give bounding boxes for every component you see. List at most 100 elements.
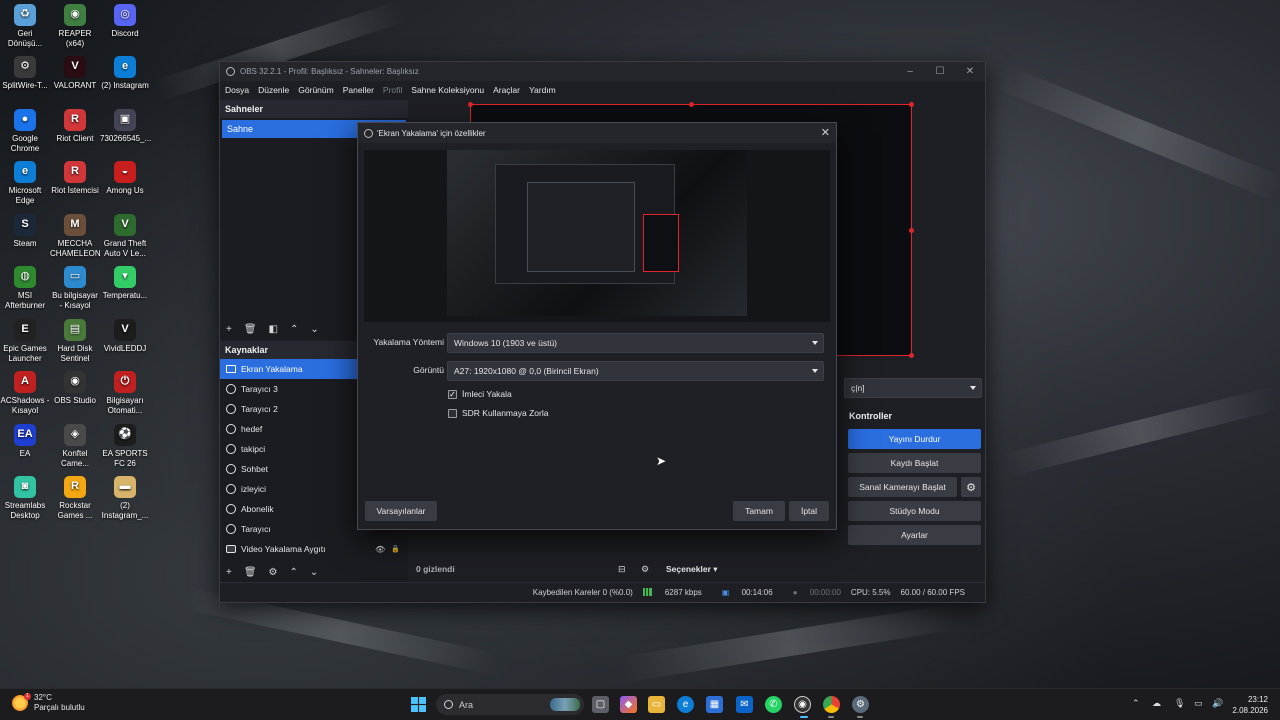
desktop-icon[interactable]: ◒ Among Us bbox=[100, 161, 150, 196]
desktop-icon[interactable]: R Rockstar Games ... bbox=[50, 476, 100, 520]
resize-handle[interactable] bbox=[689, 102, 694, 107]
ok-button[interactable]: Tamam bbox=[733, 501, 785, 521]
tray-chevron-icon[interactable]: ⌃ bbox=[1132, 698, 1140, 709]
desktop-icon[interactable]: R Riot İstemcisi bbox=[50, 161, 100, 196]
chevron-down-icon[interactable]: ⌄ bbox=[310, 567, 318, 578]
app-icon: ♻ bbox=[14, 4, 36, 26]
add-icon[interactable]: + bbox=[226, 324, 232, 335]
capture-method-select[interactable]: Windows 10 (1903 ve üstü) bbox=[447, 333, 824, 353]
copilot-icon[interactable]: ◆ bbox=[620, 696, 637, 713]
taskbar-clock[interactable]: 23:12 2.08.2026 bbox=[1232, 694, 1268, 716]
filter-icon[interactable]: ◧ bbox=[269, 324, 278, 335]
signal-icon bbox=[642, 588, 652, 596]
desktop-icon[interactable]: ● Google Chrome bbox=[0, 109, 50, 153]
desktop-icon[interactable]: e (2) Instagram bbox=[100, 56, 150, 91]
steam-icon[interactable]: ⚙ bbox=[852, 696, 869, 713]
taskbar-search[interactable]: Ara bbox=[436, 694, 584, 715]
store-icon[interactable]: ▦ bbox=[706, 696, 723, 713]
stop-stream-button[interactable]: Yayını Durdur bbox=[848, 429, 981, 449]
chevron-down-icon[interactable]: ⌄ bbox=[310, 324, 318, 335]
desktop-icon[interactable]: V VALORANT bbox=[50, 56, 100, 91]
windows-start-icon[interactable] bbox=[410, 696, 427, 713]
desktop-icon[interactable]: ◙ Streamlabs Desktop bbox=[0, 476, 50, 520]
menu-docks[interactable]: Paneller bbox=[343, 85, 374, 95]
menu-tools[interactable]: Araçlar bbox=[493, 85, 520, 95]
virtual-camera-button[interactable]: Sanal Kamerayı Başlat bbox=[848, 477, 957, 497]
resize-handle[interactable] bbox=[909, 353, 914, 358]
desktop-icon[interactable]: ◈ Konftel Came... bbox=[50, 424, 100, 468]
file-explorer-icon[interactable]: ▭ bbox=[648, 696, 665, 713]
display-select[interactable]: A27: 1920x1080 @ 0,0 (Birincil Ekran) bbox=[447, 361, 824, 381]
source-item[interactable]: Video Yakalama Aygıtı 👁 🔒 bbox=[220, 539, 408, 559]
cancel-button[interactable]: İptal bbox=[789, 501, 829, 521]
whatsapp-icon[interactable]: ✆ bbox=[765, 696, 782, 713]
menu-help[interactable]: Yardım bbox=[529, 85, 556, 95]
desktop-icon[interactable]: R Riot Client bbox=[50, 109, 100, 144]
menu-profile[interactable]: Profil bbox=[383, 85, 402, 95]
studio-mode-button[interactable]: Stüdyo Modu bbox=[848, 501, 981, 521]
desktop-icon[interactable]: V Grand Theft Auto V Le... bbox=[100, 214, 150, 258]
task-view-icon[interactable]: ▢ bbox=[592, 696, 609, 713]
gear-icon[interactable]: ⚙ bbox=[961, 477, 981, 497]
close-icon[interactable]: ✕ bbox=[955, 62, 985, 81]
maximize-icon[interactable]: ☐ bbox=[925, 62, 955, 81]
force-sdr-checkbox[interactable]: SDR Kullanmaya Zorla bbox=[448, 408, 548, 418]
obs-titlebar[interactable]: OBS 32.2.1 - Profil: Başlıksız - Sahnele… bbox=[220, 62, 985, 81]
mixer-options-button[interactable]: Seçenekler ▾ bbox=[666, 564, 718, 575]
gear-icon[interactable]: ⚙ bbox=[269, 567, 278, 578]
desktop-icon[interactable]: A ACShadows - Kısayol bbox=[0, 371, 50, 415]
cloud-icon[interactable]: ☁ bbox=[1152, 698, 1161, 709]
lock-icon[interactable]: 🔒 bbox=[391, 545, 400, 553]
resize-handle[interactable] bbox=[909, 102, 914, 107]
desktop-icon[interactable]: ▤ Hard Disk Sentinel bbox=[50, 319, 100, 363]
minimize-icon[interactable]: – bbox=[895, 62, 925, 81]
menu-edit[interactable]: Düzenle bbox=[258, 85, 289, 95]
desktop-icon[interactable]: ⚙ SplitWire-T... bbox=[0, 56, 50, 91]
menu-scene-collection[interactable]: Sahne Koleksiyonu bbox=[411, 85, 484, 95]
desktop-icon[interactable]: V VividLEDDJ bbox=[100, 319, 150, 354]
menu-view[interactable]: Görünüm bbox=[298, 85, 333, 95]
dialog-titlebar[interactable]: 'Ekran Yakalama' için özellikler bbox=[358, 123, 836, 143]
resize-handle[interactable] bbox=[468, 102, 473, 107]
menu-file[interactable]: Dosya bbox=[225, 85, 249, 95]
desktop-icon[interactable]: ⏻ Bilgisayarı Otomati... bbox=[100, 371, 150, 415]
desktop-icon[interactable]: E Epic Games Launcher bbox=[0, 319, 50, 363]
capture-cursor-checkbox[interactable]: ✓ İmleci Yakala bbox=[448, 389, 512, 399]
desktop-icon[interactable]: ▣ 730266545_... bbox=[100, 109, 151, 144]
volume-icon[interactable]: 🔊 bbox=[1212, 698, 1223, 709]
resize-handle[interactable] bbox=[909, 228, 914, 233]
desktop-icon[interactable]: ♻ Geri Dönüşü... bbox=[0, 4, 50, 48]
chevron-up-icon[interactable]: ⌃ bbox=[290, 567, 298, 578]
edge-icon[interactable]: e bbox=[677, 696, 694, 713]
mail-icon[interactable]: ✉ bbox=[736, 696, 753, 713]
close-icon[interactable]: ✕ bbox=[821, 126, 830, 139]
desktop-icon[interactable]: EA EA bbox=[0, 424, 50, 459]
mixer-settings-icon[interactable]: ⚙ bbox=[641, 564, 649, 575]
desktop-icon[interactable]: S Steam bbox=[0, 214, 50, 249]
desktop-icon[interactable]: ◍ MSI Afterburner bbox=[0, 266, 50, 310]
desktop-icon[interactable]: ◉ OBS Studio bbox=[50, 371, 100, 406]
obs-taskbar-icon[interactable]: ◉ bbox=[794, 696, 811, 713]
trash-icon[interactable]: 🗑 bbox=[244, 324, 257, 335]
visibility-eye-icon[interactable]: 👁 bbox=[375, 545, 385, 554]
defaults-button[interactable]: Varsayılanlar bbox=[365, 501, 437, 521]
microphone-icon[interactable]: 🎙 bbox=[1174, 698, 1185, 709]
desktop-icon[interactable]: ▭ Bu bilgisayar - Kısayol bbox=[50, 266, 100, 310]
transition-select[interactable]: ç|n] bbox=[844, 378, 982, 398]
desktop-icon[interactable]: e Microsoft Edge bbox=[0, 161, 50, 205]
desktop-icon[interactable]: ⚽ EA SPORTS FC 26 bbox=[100, 424, 150, 468]
mixer-layout-icon[interactable]: ⊟ bbox=[618, 564, 626, 575]
chevron-up-icon[interactable]: ⌃ bbox=[290, 324, 298, 335]
desktop-icon[interactable]: M MECCHA CHAMELEON bbox=[50, 214, 101, 258]
network-icon[interactable]: ▭ bbox=[1194, 698, 1203, 709]
trash-icon[interactable]: 🗑 bbox=[244, 567, 257, 578]
add-icon[interactable]: + bbox=[226, 567, 232, 578]
desktop-icon[interactable]: ▬ (2) Instagram_... bbox=[100, 476, 150, 520]
desktop-icon[interactable]: ◎ Discord bbox=[100, 4, 150, 39]
settings-button[interactable]: Ayarlar bbox=[848, 525, 981, 545]
desktop-icon[interactable]: ◉ REAPER (x64) bbox=[50, 4, 100, 48]
chrome-icon[interactable] bbox=[823, 696, 840, 713]
start-record-button[interactable]: Kaydı Başlat bbox=[848, 453, 981, 473]
desktop-icon[interactable]: ▾ Temperatu... bbox=[100, 266, 150, 301]
weather-widget[interactable]: 1 32°C Parçalı bulutlu bbox=[12, 693, 85, 713]
